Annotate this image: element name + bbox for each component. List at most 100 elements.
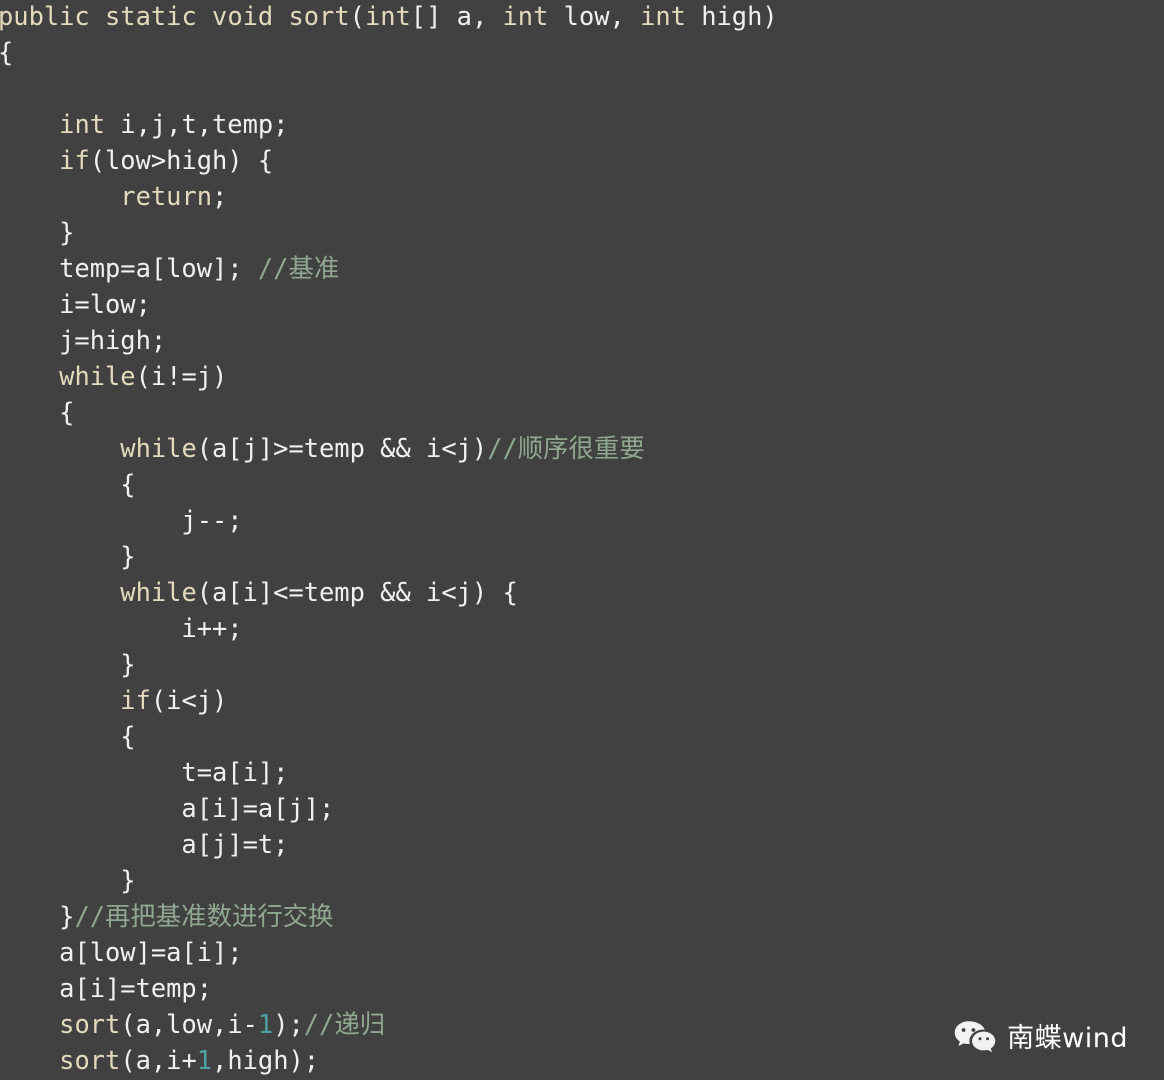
code-token: int bbox=[640, 1, 686, 31]
watermark: 南蝶wind bbox=[954, 1020, 1128, 1056]
code-token: //顺序很重要 bbox=[487, 433, 645, 463]
code-token: i=low; bbox=[0, 289, 151, 319]
code-token: int bbox=[59, 109, 106, 139]
code-line: i++; bbox=[0, 610, 778, 646]
code-token: temp=a[low]; bbox=[0, 253, 258, 283]
code-token: a[low]=a[i]; bbox=[0, 937, 243, 967]
code-token: ); bbox=[273, 1009, 304, 1039]
code-token: static bbox=[105, 1, 197, 31]
code-line: j=high; bbox=[0, 322, 778, 358]
code-token: while bbox=[120, 577, 197, 607]
code-token: //基准 bbox=[257, 253, 340, 283]
code-token: ; bbox=[212, 181, 228, 211]
code-token: //再把基准数进行交换 bbox=[74, 901, 334, 931]
code-line: } bbox=[0, 646, 778, 682]
wechat-logo-icon bbox=[954, 1020, 996, 1056]
code-line: } bbox=[0, 862, 778, 898]
code-token: low, bbox=[548, 1, 641, 31]
code-token: (low>high) { bbox=[89, 145, 274, 175]
code-line: while(a[i]<=temp && i<j) { bbox=[0, 574, 778, 610]
code-token: high) bbox=[685, 1, 778, 31]
code-token: sort bbox=[288, 1, 350, 31]
code-token: } bbox=[0, 541, 136, 571]
code-token: } bbox=[0, 901, 75, 931]
code-line: int i,j,t,temp; bbox=[0, 106, 778, 142]
code-line: } bbox=[0, 214, 778, 250]
code-token: t=a[i]; bbox=[0, 757, 289, 787]
code-token: (i<j) bbox=[150, 685, 228, 715]
code-line: return; bbox=[0, 178, 778, 214]
code-line: while(i!=j) bbox=[0, 358, 778, 394]
code-token: i++; bbox=[0, 613, 243, 643]
code-token: int bbox=[502, 1, 549, 31]
code-line: sort(a,i+1,high); bbox=[0, 1042, 778, 1078]
code-token: { bbox=[0, 469, 136, 499]
code-token: return bbox=[120, 181, 213, 211]
code-token: (a,i+ bbox=[120, 1045, 197, 1075]
code-line: a[j]=t; bbox=[0, 826, 778, 862]
code-token: (a[j]>=temp && i<j) bbox=[196, 433, 488, 463]
code-line: while(a[j]>=temp && i<j)//顺序很重要 bbox=[0, 430, 778, 466]
code-token: 1 bbox=[196, 1045, 213, 1075]
code-token: } bbox=[0, 865, 136, 895]
code-line: temp=a[low]; //基准 bbox=[0, 250, 778, 286]
code-line: if(i<j) bbox=[0, 682, 778, 718]
code-line: i=low; bbox=[0, 286, 778, 322]
code-token: void bbox=[212, 1, 274, 31]
code-line: { bbox=[0, 34, 778, 70]
code-screenshot-surface: public static void sort(int[] a, int low… bbox=[0, 0, 1164, 1080]
code-token: (i!=j) bbox=[135, 361, 228, 391]
code-token: ( bbox=[349, 1, 365, 31]
code-line: public static void sort(int[] a, int low… bbox=[0, 0, 778, 34]
code-line: a[i]=temp; bbox=[0, 970, 778, 1006]
code-line: j--; bbox=[0, 502, 778, 538]
code-token: a[i]=a[j]; bbox=[0, 793, 335, 823]
code-token: a[j]=t; bbox=[0, 829, 289, 859]
code-token: a[i]=temp; bbox=[0, 973, 213, 1003]
code-token: (a[i]<=temp && i<j) { bbox=[196, 577, 518, 607]
code-token: j=high; bbox=[0, 325, 167, 355]
code-token: i,j,t,temp; bbox=[105, 109, 289, 139]
code-line: }//再把基准数进行交换 bbox=[0, 898, 778, 934]
code-token: if bbox=[120, 685, 151, 715]
code-token: int bbox=[364, 1, 411, 31]
code-token: } bbox=[0, 217, 75, 247]
code-line: if(low>high) { bbox=[0, 142, 778, 178]
code-block: public static void sort(int[] a, int low… bbox=[0, 0, 778, 1080]
code-line: a[low]=a[i]; bbox=[0, 934, 778, 970]
code-token: [] a, bbox=[410, 1, 503, 31]
code-token: public bbox=[0, 1, 90, 31]
watermark-label: 南蝶wind bbox=[1007, 1022, 1128, 1054]
code-token: { bbox=[0, 37, 13, 67]
code-line: { bbox=[0, 394, 778, 430]
code-line: } bbox=[0, 538, 778, 574]
code-token: { bbox=[0, 397, 75, 427]
code-token: while bbox=[59, 361, 136, 391]
code-line: { bbox=[0, 466, 778, 502]
code-line: t=a[i]; bbox=[0, 754, 778, 790]
code-token: while bbox=[120, 433, 197, 463]
code-token: } bbox=[0, 649, 136, 679]
code-token: { bbox=[0, 721, 136, 751]
code-line: a[i]=a[j]; bbox=[0, 790, 778, 826]
code-token: sort bbox=[59, 1045, 121, 1075]
code-token: j--; bbox=[0, 505, 243, 535]
code-token: //递归 bbox=[303, 1009, 386, 1039]
code-token: (a,low,i- bbox=[120, 1009, 258, 1039]
code-token: 1 bbox=[257, 1009, 274, 1039]
code-token: if bbox=[59, 145, 90, 175]
code-line: sort(a,low,i-1);//递归 bbox=[0, 1006, 778, 1042]
